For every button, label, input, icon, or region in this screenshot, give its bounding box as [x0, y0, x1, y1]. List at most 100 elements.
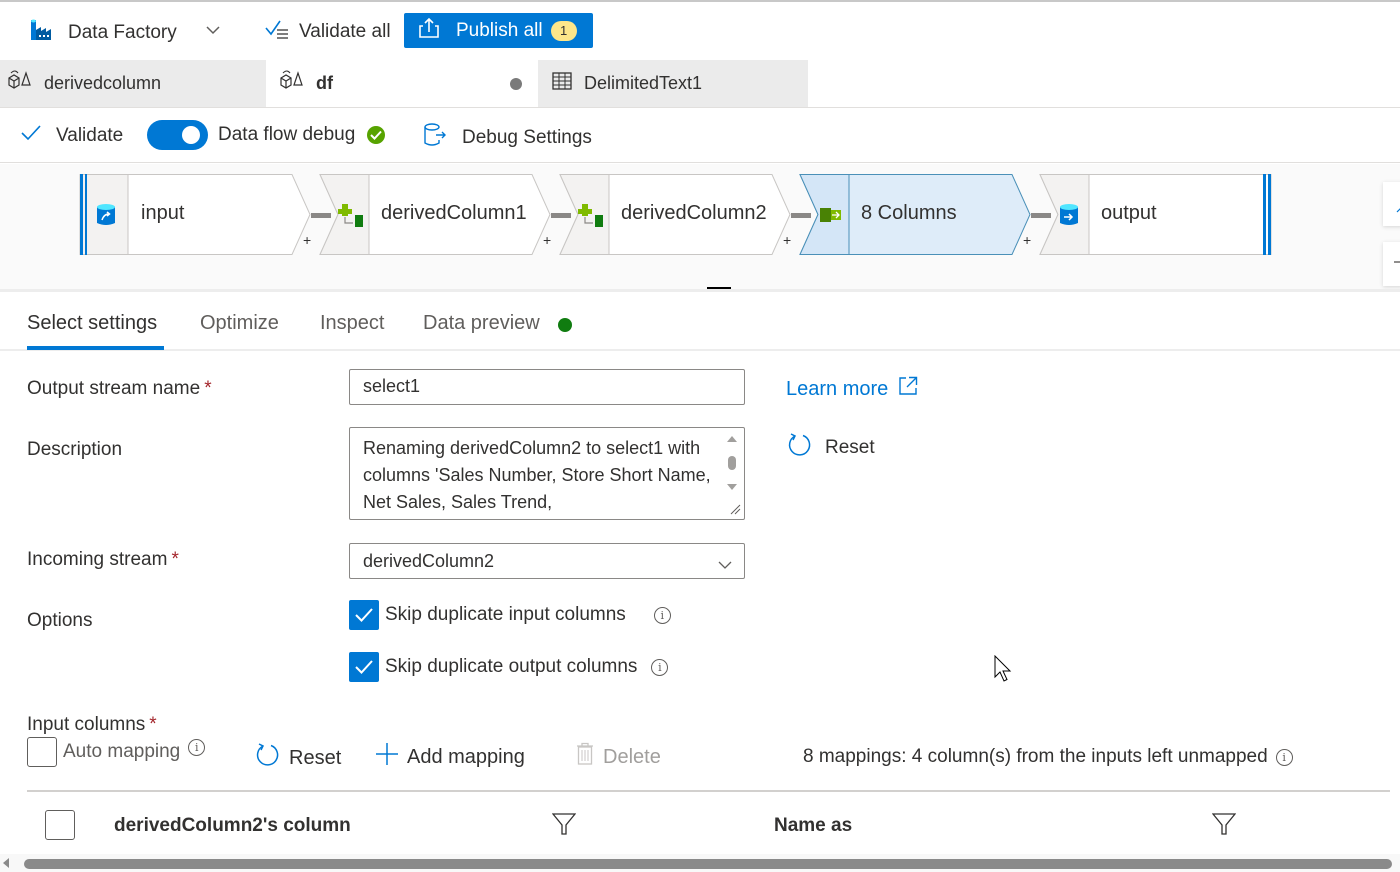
description-textarea[interactable]: Renaming derivedColumn2 to select1 with …	[349, 427, 745, 520]
chevron-down-icon[interactable]	[205, 22, 221, 40]
reset-label: Reset	[289, 746, 342, 769]
delete-label: Delete	[603, 745, 661, 768]
tab-data-preview[interactable]: Data preview	[423, 312, 540, 335]
add-transform-button[interactable]: +	[543, 232, 551, 248]
node-output[interactable]: output	[1039, 174, 1273, 255]
option-label: Skip duplicate output columns	[385, 656, 638, 677]
node-derivedcolumn1[interactable]: derivedColumn1	[319, 174, 551, 255]
add-mapping-label: Add mapping	[407, 745, 525, 768]
add-transform-button[interactable]: +	[1023, 232, 1031, 248]
tab-select-settings[interactable]: Select settings	[27, 312, 157, 335]
add-transform-button[interactable]: +	[783, 232, 791, 248]
learn-more-link[interactable]: Learn more	[786, 376, 918, 402]
info-icon[interactable]: i	[653, 606, 671, 624]
tab-label: derivedcolumn	[44, 73, 162, 93]
pending-changes-badge: 1	[550, 20, 577, 41]
debug-settings-icon	[422, 122, 448, 154]
textarea-scrollbar[interactable]	[722, 432, 742, 516]
auto-mapping-option: Auto mapping i	[27, 737, 206, 767]
dataflow-canvas[interactable]: input + derivedColumn1 + derivedColumn2 …	[0, 164, 1400, 290]
success-check-icon	[367, 126, 386, 144]
column-header-source: derivedColumn2's column	[114, 815, 351, 836]
column-header-name-as: Name as	[774, 815, 853, 836]
data-factory-selector[interactable]: Data Factory	[30, 18, 177, 48]
tab-optimize[interactable]: Optimize	[200, 312, 279, 335]
upload-icon	[418, 17, 440, 45]
add-mapping-button[interactable]: Add mapping	[375, 742, 525, 772]
data-flow-debug-status: Data flow debug	[218, 124, 386, 146]
required-marker: *	[171, 549, 179, 570]
tab-delimitedtext1[interactable]: DelimitedText1	[538, 60, 808, 107]
filter-icon[interactable]	[1211, 812, 1237, 841]
checkmark-icon	[20, 124, 42, 148]
sink-icon	[1049, 175, 1089, 254]
factory-toolbar: Data Factory Validate all Publish all 1	[0, 4, 1400, 60]
mouse-cursor	[994, 654, 1014, 688]
active-tab-indicator	[27, 346, 164, 350]
horizontal-scrollbar[interactable]	[0, 854, 1400, 872]
input-columns-label: Input columns *	[27, 714, 157, 736]
data-flow-debug-toggle[interactable]	[147, 120, 208, 150]
delete-mapping-button[interactable]: Delete	[575, 742, 661, 772]
derived-column-icon	[331, 175, 371, 254]
zoom-out-button[interactable]	[1383, 242, 1400, 286]
select-all-checkbox[interactable]	[45, 810, 75, 840]
validate-button[interactable]: Validate	[20, 124, 123, 148]
table-icon	[552, 72, 572, 95]
skip-duplicate-input-option: Skip duplicate input columns i	[349, 600, 671, 630]
skip-duplicate-input-checkbox[interactable]	[349, 600, 379, 630]
scroll-left-arrow[interactable]	[3, 858, 9, 868]
source-icon	[83, 175, 129, 254]
node-derivedcolumn2[interactable]: derivedColumn2	[559, 174, 791, 255]
label-text: Output stream name	[27, 378, 201, 399]
node-input[interactable]: input	[79, 174, 311, 255]
filter-icon[interactable]	[551, 812, 577, 841]
required-marker: *	[149, 714, 157, 735]
trash-icon	[575, 742, 595, 772]
debug-settings-button[interactable]: Debug Settings	[422, 122, 592, 154]
options-label: Options	[27, 610, 93, 631]
info-icon[interactable]: i	[651, 658, 669, 676]
description-label: Description	[27, 439, 123, 460]
mapping-summary: 8 mappings: 4 column(s) from the inputs …	[803, 746, 1293, 768]
select-transform-icon	[811, 175, 851, 254]
external-link-icon	[898, 376, 918, 402]
reset-label: Reset	[825, 437, 875, 458]
data-factory-label: Data Factory	[68, 22, 177, 43]
node-label: derivedColumn1	[381, 202, 527, 224]
skip-duplicate-output-checkbox[interactable]	[349, 652, 379, 682]
debug-settings-label: Debug Settings	[462, 127, 592, 148]
plus-icon	[375, 742, 399, 772]
tab-derivedcolumn[interactable]: derivedcolumn	[0, 60, 266, 107]
tab-inspect[interactable]: Inspect	[320, 312, 384, 335]
label-text: Input columns	[27, 714, 146, 735]
incoming-stream-select[interactable]: derivedColumn2	[349, 543, 745, 579]
dataflow-toolbar: Validate Data flow debug Debug Settings	[0, 108, 1400, 163]
publish-all-button[interactable]: Publish all 1	[404, 13, 593, 48]
settings-tabs: Select settings Optimize Inspect Data pr…	[0, 292, 1400, 351]
node-label: output	[1101, 202, 1157, 224]
toggle-knob	[182, 126, 200, 144]
add-transform-button[interactable]: +	[303, 232, 311, 248]
auto-mapping-checkbox[interactable]	[27, 737, 57, 767]
info-icon[interactable]: i	[188, 738, 206, 756]
skip-duplicate-output-option: Skip duplicate output columns i	[349, 652, 669, 682]
tab-label: df	[316, 73, 333, 93]
node-select-8-columns[interactable]: 8 Columns	[799, 174, 1031, 255]
validate-all-label: Validate all	[299, 21, 391, 42]
tab-df[interactable]: df	[266, 60, 538, 107]
output-stream-name-input[interactable]: select1	[349, 369, 745, 405]
required-marker: *	[204, 378, 212, 399]
data-preview-status-dot	[558, 318, 572, 332]
reset-button[interactable]: Reset	[787, 432, 875, 464]
input-columns-actions: Auto mapping i Reset Add mapping Delete …	[0, 737, 1400, 779]
validate-all-button[interactable]: Validate all	[265, 18, 391, 46]
output-stream-name-label: Output stream name *	[27, 378, 212, 400]
scrollbar-thumb[interactable]	[24, 859, 1392, 869]
table-divider	[27, 790, 1390, 792]
info-icon[interactable]: i	[1275, 748, 1293, 766]
reset-mappings-button[interactable]: Reset	[255, 742, 341, 774]
node-label: 8 Columns	[861, 202, 957, 224]
input-value: select1	[363, 376, 421, 396]
zoom-in-button[interactable]	[1383, 182, 1400, 226]
